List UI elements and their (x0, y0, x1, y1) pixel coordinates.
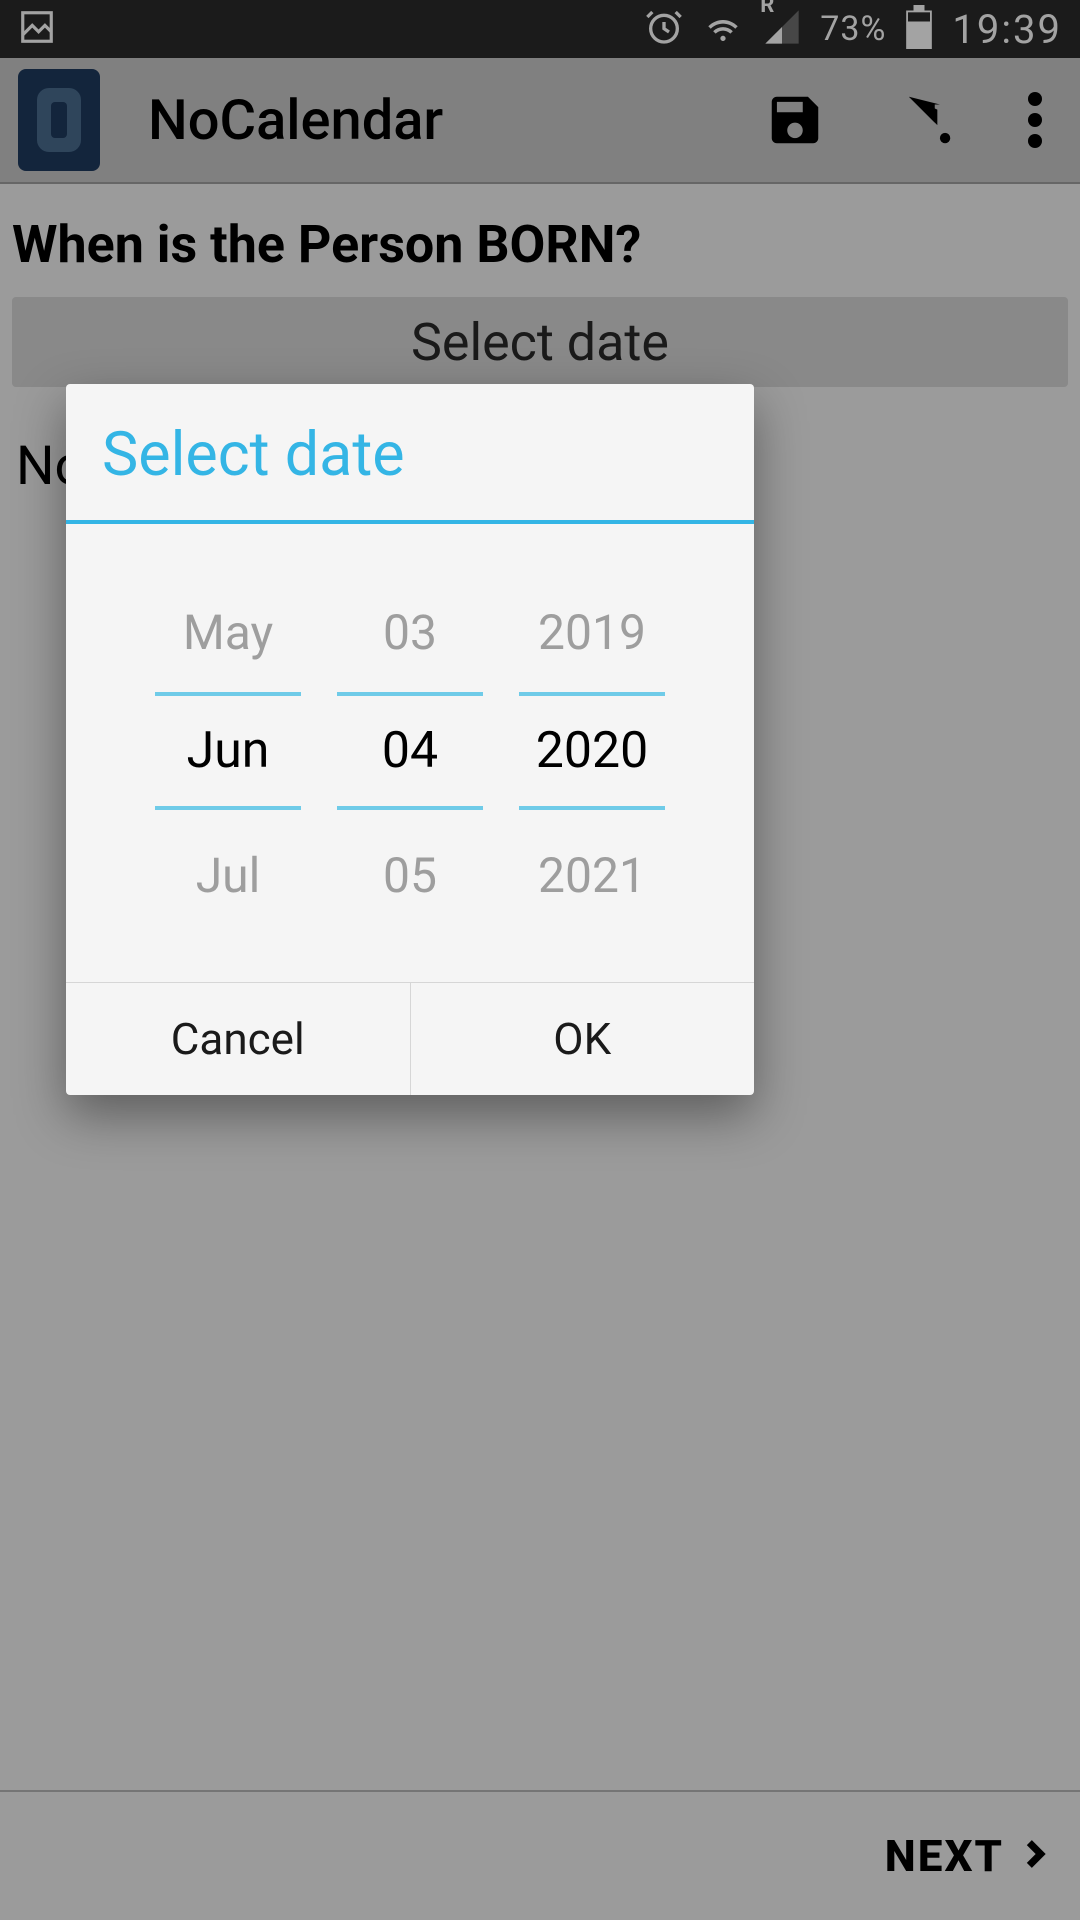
month-prev[interactable]: May (155, 572, 301, 682)
dialog-title: Select date (66, 384, 754, 524)
year-curr[interactable]: 2020 (519, 692, 665, 810)
day-next[interactable]: 05 (337, 820, 483, 930)
cancel-button[interactable]: Cancel (66, 983, 411, 1095)
date-picker-dialog: Select date May Jun Jul 03 04 05 2019 20… (66, 384, 754, 1095)
ok-button[interactable]: OK (411, 983, 755, 1095)
month-next[interactable]: Jul (155, 820, 301, 930)
month-curr[interactable]: Jun (155, 692, 301, 810)
dialog-buttons: Cancel OK (66, 982, 754, 1095)
day-prev[interactable]: 03 (337, 572, 483, 682)
year-next[interactable]: 2021 (519, 820, 665, 930)
year-prev[interactable]: 2019 (519, 572, 665, 682)
month-wheel[interactable]: May Jun Jul (155, 572, 301, 930)
picker-area: May Jun Jul 03 04 05 2019 2020 2021 (66, 524, 754, 982)
day-curr[interactable]: 04 (337, 692, 483, 810)
year-wheel[interactable]: 2019 2020 2021 (519, 572, 665, 930)
day-wheel[interactable]: 03 04 05 (337, 572, 483, 930)
